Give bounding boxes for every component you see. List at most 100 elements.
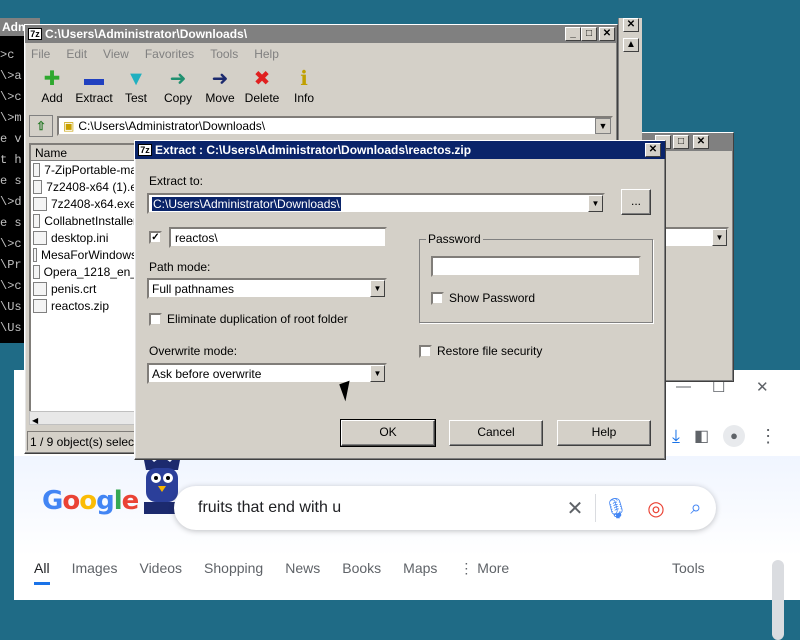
folder-up-icon[interactable]: ⇧ <box>29 115 53 137</box>
file-list-item[interactable]: 7z2408-x64 (1).e <box>31 178 137 195</box>
test-icon: ▼ <box>126 68 146 90</box>
horizontal-scrollbar[interactable]: ◀ <box>29 411 139 425</box>
menu-item-file[interactable]: File <box>31 47 50 61</box>
menu-item-help[interactable]: Help <box>254 47 279 61</box>
file-icon <box>33 264 40 279</box>
restore-security-checkbox[interactable] <box>419 345 432 358</box>
search-icon[interactable]: ⌕ <box>676 497 716 520</box>
console-line: \>c <box>0 90 22 104</box>
menu-item-favorites[interactable]: Favorites <box>145 47 194 61</box>
maximize-icon[interactable]: □ <box>581 27 597 41</box>
download-icon[interactable]: ⤓ <box>672 426 680 447</box>
search-box[interactable]: fruits that end with u ✕ 🎙 ◎ ⌕ <box>174 486 716 530</box>
profile-avatar-icon[interactable]: ● <box>723 425 746 447</box>
page-scrollbar[interactable] <box>772 560 784 640</box>
lens-icon[interactable]: ◎ <box>636 496 676 521</box>
chevron-down-icon[interactable]: ▼ <box>370 280 385 297</box>
sidepanel-icon[interactable]: ◧ <box>694 426 709 446</box>
file-manager-title: C:\Users\Administrator\Downloads\ <box>45 27 248 41</box>
menu-item-view[interactable]: View <box>103 47 129 61</box>
move-button[interactable]: ➜ Move <box>199 67 241 105</box>
google-logo[interactable]: Google <box>42 486 139 516</box>
password-group-title: Password <box>426 232 483 246</box>
file-name: 7z2408-x64 (1).e <box>46 179 137 194</box>
show-password-checkbox[interactable] <box>431 292 444 305</box>
close-icon[interactable]: ✕ <box>756 378 769 396</box>
background-scrollbar[interactable]: ✕ ▲ <box>618 18 642 143</box>
file-icon <box>33 230 47 245</box>
console-line: e s <box>0 174 22 188</box>
search-input[interactable]: fruits that end with u <box>198 499 555 517</box>
subfolder-name-input[interactable]: reactos\ <box>169 227 387 248</box>
help-button[interactable]: Help <box>557 420 651 446</box>
address-bar: ⇧ ▣ C:\Users\Administrator\Downloads\ ▼ <box>29 115 613 137</box>
file-list-item[interactable]: 7-ZipPortable-ma <box>31 161 137 178</box>
tab-books[interactable]: Books <box>342 560 381 585</box>
move-icon: ➜ <box>211 68 229 90</box>
chevron-down-icon[interactable]: ▼ <box>712 229 727 246</box>
test-button[interactable]: ▼ Test <box>115 67 157 105</box>
tab-images[interactable]: Images <box>72 560 118 585</box>
copy-button[interactable]: ➜ Copy <box>157 67 199 105</box>
clear-icon[interactable]: ✕ <box>555 496 595 521</box>
chrome-toolbar: ⤓ ◧ ● ⋮ <box>664 414 800 458</box>
address-input[interactable]: ▣ C:\Users\Administrator\Downloads\ ▼ <box>57 116 613 136</box>
maximize-icon[interactable]: □ <box>673 135 689 149</box>
overwrite-mode-select[interactable]: Ask before overwrite ▼ <box>147 363 387 384</box>
tools-button[interactable]: Tools <box>672 560 705 576</box>
eliminate-duplication-checkbox[interactable] <box>149 313 162 326</box>
password-input[interactable] <box>431 256 641 277</box>
toolbar: ✚ Add ▬ Extract ▼ Test ➜ Copy ➜ Move ✖ Delete ℹ Info <box>25 65 617 107</box>
extract-to-value[interactable]: C:\Users\Administrator\Downloads\ <box>152 197 341 211</box>
kebab-menu-icon[interactable]: ⋮ <box>759 426 777 447</box>
file-manager-titlebar: 7z C:\Users\Administrator\Downloads\ <box>25 25 617 43</box>
path-mode-select[interactable]: Full pathnames ▼ <box>147 278 387 299</box>
console-line: e v <box>0 132 22 146</box>
file-list-item[interactable]: 7z2408-x64.exe <box>31 195 137 212</box>
folder-icon: ▣ <box>63 119 75 133</box>
minimize-icon[interactable]: _ <box>565 27 581 41</box>
ok-button[interactable]: OK <box>340 419 436 447</box>
file-icon <box>33 196 47 211</box>
chevron-down-icon[interactable]: ▼ <box>588 195 603 212</box>
file-list-item[interactable]: reactos.zip <box>31 297 137 314</box>
console-line: \>c <box>0 237 22 251</box>
close-icon[interactable]: ✕ <box>623 18 639 32</box>
extract-to-combo[interactable]: C:\Users\Administrator\Downloads\ ▼ <box>147 193 605 214</box>
file-list-item[interactable]: desktop.ini <box>31 229 137 246</box>
delete-button[interactable]: ✖ Delete <box>241 67 283 105</box>
info-button[interactable]: ℹ Info <box>283 67 325 105</box>
tab-maps[interactable]: Maps <box>403 560 437 585</box>
password-group: Password Show Password <box>419 232 653 323</box>
extract-to-label: Extract to: <box>149 174 204 188</box>
tab-all[interactable]: All <box>34 560 50 585</box>
close-icon[interactable]: ✕ <box>645 143 661 157</box>
scroll-up-icon[interactable]: ▲ <box>623 38 639 52</box>
cancel-button[interactable]: Cancel <box>449 420 543 446</box>
file-list-item[interactable]: MesaForWindows <box>31 246 137 263</box>
close-icon[interactable]: ✕ <box>693 135 709 149</box>
extract-button[interactable]: ▬ Extract <box>73 67 115 105</box>
chevron-down-icon[interactable]: ▼ <box>370 365 385 382</box>
menu-item-edit[interactable]: Edit <box>66 47 87 61</box>
scroll-left-icon[interactable]: ◀ <box>30 416 38 425</box>
tab-more[interactable]: ⋮ More <box>459 560 509 585</box>
microphone-icon[interactable]: 🎙 <box>596 496 636 521</box>
subfolder-checkbox[interactable]: ✓ <box>149 231 162 244</box>
browse-button[interactable]: ... <box>621 189 651 215</box>
file-list-item[interactable]: penis.crt <box>31 280 137 297</box>
tab-shopping[interactable]: Shopping <box>204 560 263 585</box>
add-button[interactable]: ✚ Add <box>31 67 73 105</box>
tab-videos[interactable]: Videos <box>139 560 182 585</box>
file-name: reactos.zip <box>51 298 110 313</box>
file-list-item[interactable]: Opera_1218_en_ <box>31 263 137 280</box>
file-name: CollabnetInstaller <box>44 213 137 228</box>
file-list: Name 7-ZipPortable-ma 7z2408-x64 (1).e 7z2… <box>29 143 139 423</box>
toolbar-label: Add <box>41 91 63 105</box>
column-header-name[interactable]: Name <box>31 145 137 161</box>
file-list-item[interactable]: CollabnetInstaller <box>31 212 137 229</box>
chevron-down-icon[interactable]: ▼ <box>595 118 611 134</box>
close-icon[interactable]: ✕ <box>599 27 615 41</box>
tab-news[interactable]: News <box>285 560 320 585</box>
menu-item-tools[interactable]: Tools <box>210 47 238 61</box>
